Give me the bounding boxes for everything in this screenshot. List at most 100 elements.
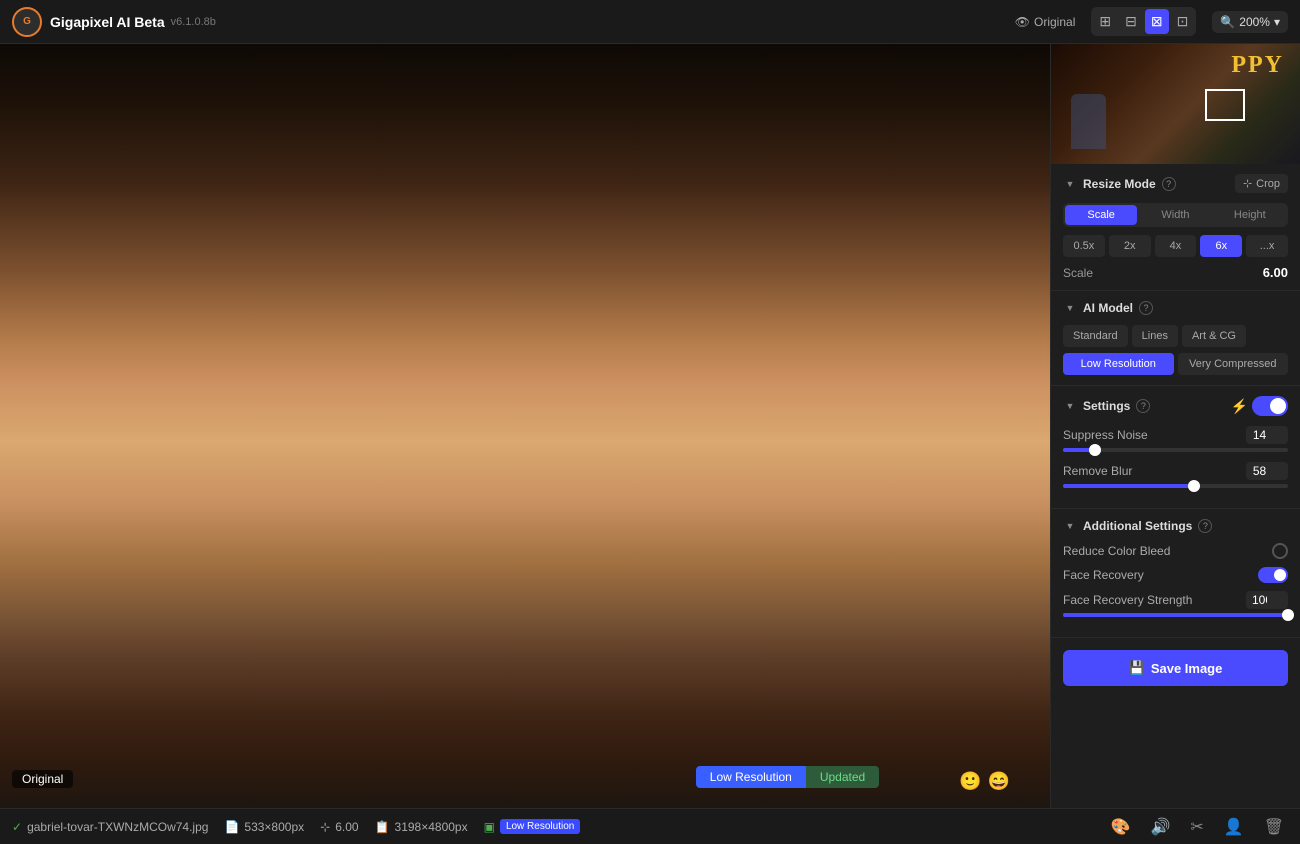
tab-width[interactable]: Width (1139, 205, 1211, 225)
view-toggle-group: ⊞ ⊟ ⊠ ⊡ (1091, 7, 1196, 36)
ai-tab-low-resolution[interactable]: Low Resolution (1063, 353, 1174, 375)
scale-value-row: Scale 6.00 (1063, 265, 1288, 280)
zoom-selector[interactable]: 🔍 200% ▾ (1212, 11, 1288, 33)
output-size-label: 3198×4800px (395, 820, 468, 834)
face-recovery-strength-track[interactable] (1063, 613, 1288, 617)
collapse-ai-icon[interactable]: ▼ (1063, 301, 1077, 315)
view-btn-4[interactable]: ⊡ (1171, 9, 1195, 34)
thumbnail-preview: PPY (1051, 44, 1300, 164)
updated-badge: Updated (806, 766, 879, 788)
audio-btn[interactable]: 🔊 (1146, 815, 1174, 839)
output-size-icon: 📋 (375, 820, 390, 834)
remove-blur-input[interactable] (1246, 462, 1288, 480)
resize-mode-help-icon[interactable]: ? (1162, 177, 1176, 191)
original-label: Original (12, 770, 73, 788)
resize-mode-section: ▼ Resize Mode ? ⊹ Crop Scale Width Heigh… (1051, 164, 1300, 291)
scale-item: ⊹ 6.00 (320, 820, 358, 834)
settings-right: ⚡ (1231, 396, 1288, 416)
settings-help-icon[interactable]: ? (1136, 399, 1150, 413)
additional-settings-help-icon[interactable]: ? (1198, 519, 1212, 533)
ai-tab-standard[interactable]: Standard (1063, 325, 1128, 347)
view-btn-1[interactable]: ⊞ (1093, 9, 1117, 34)
collapse-resize-icon[interactable]: ▼ (1063, 177, 1077, 191)
resize-mode-header: ▼ Resize Mode ? ⊹ Crop (1063, 174, 1288, 193)
save-icon: 💾 (1129, 660, 1145, 676)
emoji-grin-icon[interactable]: 😄 (988, 771, 1010, 792)
scale-6x-btn[interactable]: 6x (1200, 235, 1242, 257)
face-recovery-strength-row: Face Recovery Strength (1063, 591, 1288, 617)
thumbnail-bg: PPY (1051, 44, 1300, 164)
crop-button[interactable]: ⊹ Crop (1235, 174, 1288, 193)
original-toggle-btn[interactable]: 👁 Original (1007, 11, 1084, 33)
delete-btn[interactable]: 🗑 (1260, 815, 1288, 839)
collapse-settings-icon[interactable]: ▼ (1063, 399, 1077, 413)
remove-blur-track[interactable] (1063, 484, 1288, 488)
face-recovery-strength-label: Face Recovery Strength (1063, 593, 1192, 607)
face-recovery-strength-input[interactable] (1246, 591, 1288, 609)
settings-lightning-toggle: ⚡ (1231, 396, 1288, 416)
remove-blur-fill (1063, 484, 1194, 488)
image-area: Original Low Resolution Updated 🙂 😄 (0, 44, 1050, 808)
scale-icon: ⊹ (320, 820, 330, 834)
app-title: Gigapixel AI Beta (50, 14, 165, 30)
palette-btn[interactable]: 🎨 (1107, 815, 1135, 839)
suppress-noise-thumb (1089, 444, 1101, 456)
image-right-half (525, 44, 1050, 808)
low-resolution-badge: Low Resolution (696, 766, 806, 788)
ai-tab-very-compressed[interactable]: Very Compressed (1178, 353, 1289, 375)
additional-settings-section: ▼ Additional Settings ? Reduce Color Ble… (1051, 509, 1300, 638)
reduce-color-bleed-toggle[interactable] (1272, 543, 1288, 559)
reduce-color-bleed-label: Reduce Color Bleed (1063, 544, 1170, 558)
filename-label: gabriel-tovar-TXWNzMCOw74.jpg (27, 820, 208, 834)
thumbnail-viewport (1205, 89, 1245, 121)
ai-model-help-icon[interactable]: ? (1139, 301, 1153, 315)
face-recovery-label: Face Recovery (1063, 568, 1144, 582)
collapse-additional-icon[interactable]: ▼ (1063, 519, 1077, 533)
tab-height[interactable]: Height (1214, 205, 1286, 225)
scale-2x-btn[interactable]: 2x (1109, 235, 1151, 257)
remove-blur-thumb (1188, 480, 1200, 492)
thumbnail-text: PPY (1231, 52, 1284, 78)
tab-scale[interactable]: Scale (1065, 205, 1137, 225)
original-size-icon: 📄 (224, 820, 239, 834)
scale-bottom-label: 6.00 (335, 820, 358, 834)
right-panel: PPY ▼ Resize Mode ? ⊹ Crop (1050, 44, 1300, 808)
ai-tab-lines[interactable]: Lines (1132, 325, 1178, 347)
resize-mode-right: ⊹ Crop (1235, 174, 1288, 193)
face-recovery-strength-thumb (1282, 609, 1294, 621)
ai-model-section: ▼ AI Model ? Standard Lines Art & CG Low… (1051, 291, 1300, 386)
emoji-smile-icon[interactable]: 🙂 (959, 771, 981, 792)
additional-settings-title: Additional Settings (1083, 519, 1192, 533)
person-btn[interactable]: 👤 (1220, 815, 1248, 839)
model-badge: Low Resolution (500, 819, 580, 834)
resize-mode-title: Resize Mode (1083, 177, 1156, 191)
save-image-button[interactable]: 💾 Save Image (1063, 650, 1288, 686)
face-recovery-toggle[interactable] (1258, 567, 1288, 583)
remove-blur-label: Remove Blur (1063, 464, 1132, 478)
main-content: Original Low Resolution Updated 🙂 😄 PPY (0, 44, 1300, 808)
save-image-label: Save Image (1151, 661, 1223, 676)
view-btn-2[interactable]: ⊟ (1119, 9, 1143, 34)
emoji-reactions[interactable]: 🙂 😄 (959, 771, 1010, 792)
scale-custom-btn[interactable]: ...x (1246, 235, 1288, 257)
crop-bottom-btn[interactable]: ✂ (1186, 815, 1207, 839)
ai-model-tabs-row1: Standard Lines Art & CG (1063, 325, 1288, 347)
ai-tab-art-cg[interactable]: Art & CG (1182, 325, 1246, 347)
additional-settings-header: ▼ Additional Settings ? (1063, 519, 1288, 533)
suppress-noise-input[interactable] (1246, 426, 1288, 444)
check-icon: ✓ (12, 820, 22, 834)
suppress-noise-header: Suppress Noise (1063, 426, 1288, 444)
view-btn-3[interactable]: ⊠ (1145, 9, 1169, 34)
app-header: G Gigapixel AI Beta v6.1.0.8b 👁 Original… (0, 0, 1300, 44)
scale-preset-group: 0.5x 2x 4x 6x ...x (1063, 235, 1288, 257)
zoom-icon: 🔍 (1220, 15, 1235, 29)
remove-blur-header: Remove Blur (1063, 462, 1288, 480)
settings-title: Settings (1083, 399, 1130, 413)
settings-toggle[interactable] (1252, 396, 1288, 416)
original-size-label: 533×800px (244, 820, 304, 834)
scale-label: Scale (1063, 266, 1093, 280)
ai-model-title: AI Model (1083, 301, 1133, 315)
scale-0-5x-btn[interactable]: 0.5x (1063, 235, 1105, 257)
scale-4x-btn[interactable]: 4x (1155, 235, 1197, 257)
suppress-noise-track[interactable] (1063, 448, 1288, 452)
